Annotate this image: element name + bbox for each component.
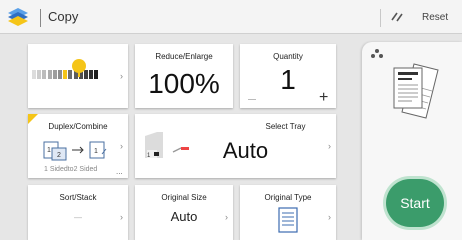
chevron-right-icon: ›: [328, 212, 331, 222]
original-size-tile[interactable]: Original Size Auto ›: [135, 185, 233, 240]
density-slider-pin: [78, 71, 80, 77]
original-size-title: Original Size: [161, 193, 207, 202]
quantity-plus-button[interactable]: +: [319, 89, 328, 107]
original-type-tile[interactable]: Original Type ›: [240, 185, 336, 240]
copy-app-icon[interactable]: [5, 5, 31, 29]
original-type-title: Original Type: [264, 193, 312, 202]
density-bar: [68, 70, 73, 79]
select-tray-title: Select Tray: [265, 122, 306, 131]
header-bar: Copy Reset: [0, 0, 462, 34]
duplex-icon: 1 2 1: [43, 141, 107, 161]
sort-stack-title: Sort/Stack: [59, 193, 97, 202]
duplex-subtitle: 1 Sidedto2 Sided: [44, 166, 98, 173]
reduce-enlarge-tile[interactable]: Reduce/Enlarge 100%: [135, 44, 233, 108]
density-bar: [42, 70, 47, 79]
sort-stack-tile[interactable]: Sort/Stack — ›: [28, 185, 128, 240]
density-bar: [47, 70, 52, 79]
reduce-enlarge-title: Reduce/Enlarge: [155, 52, 213, 61]
original-size-value: Auto: [170, 209, 198, 224]
reduce-enlarge-value: 100%: [148, 68, 220, 99]
density-bar: [89, 70, 94, 79]
svg-text:1: 1: [94, 148, 98, 155]
document-preview-icon: [393, 63, 439, 119]
chevron-right-icon: ›: [120, 71, 123, 81]
reset-button[interactable]: Reset: [422, 12, 448, 23]
sort-stack-value: —: [74, 213, 82, 222]
svg-text:2: 2: [57, 152, 61, 159]
svg-text:1: 1: [47, 147, 51, 154]
chevron-right-icon: ›: [120, 212, 123, 222]
select-tray-tile[interactable]: Select Tray 1 Auto ›: [135, 114, 336, 178]
chevron-right-icon: ›: [328, 141, 331, 151]
select-tray-value: Auto: [222, 138, 269, 163]
duplex-combine-title: Duplex/Combine: [48, 122, 108, 131]
text-document-icon: [278, 207, 298, 233]
density-bar: [84, 70, 88, 79]
reset-icon[interactable]: [390, 10, 404, 24]
start-button[interactable]: Start: [386, 179, 444, 227]
density-bar: [58, 70, 62, 79]
quantity-minus-button[interactable]: [248, 99, 256, 100]
quantity-title: Quantity: [273, 52, 303, 61]
header-divider-right: [380, 9, 381, 27]
density-bar: [63, 70, 68, 79]
chevron-right-icon: ›: [225, 212, 228, 222]
header-divider: [40, 9, 41, 27]
density-bar: [32, 70, 36, 79]
density-bar: [37, 70, 42, 79]
density-bar: [52, 70, 57, 79]
page-title: Copy: [48, 9, 79, 24]
more-dots-icon: ...: [116, 167, 123, 176]
density-bar: [94, 70, 99, 79]
panel-menu-icon[interactable]: [370, 48, 384, 60]
chevron-right-icon: ›: [120, 141, 123, 151]
